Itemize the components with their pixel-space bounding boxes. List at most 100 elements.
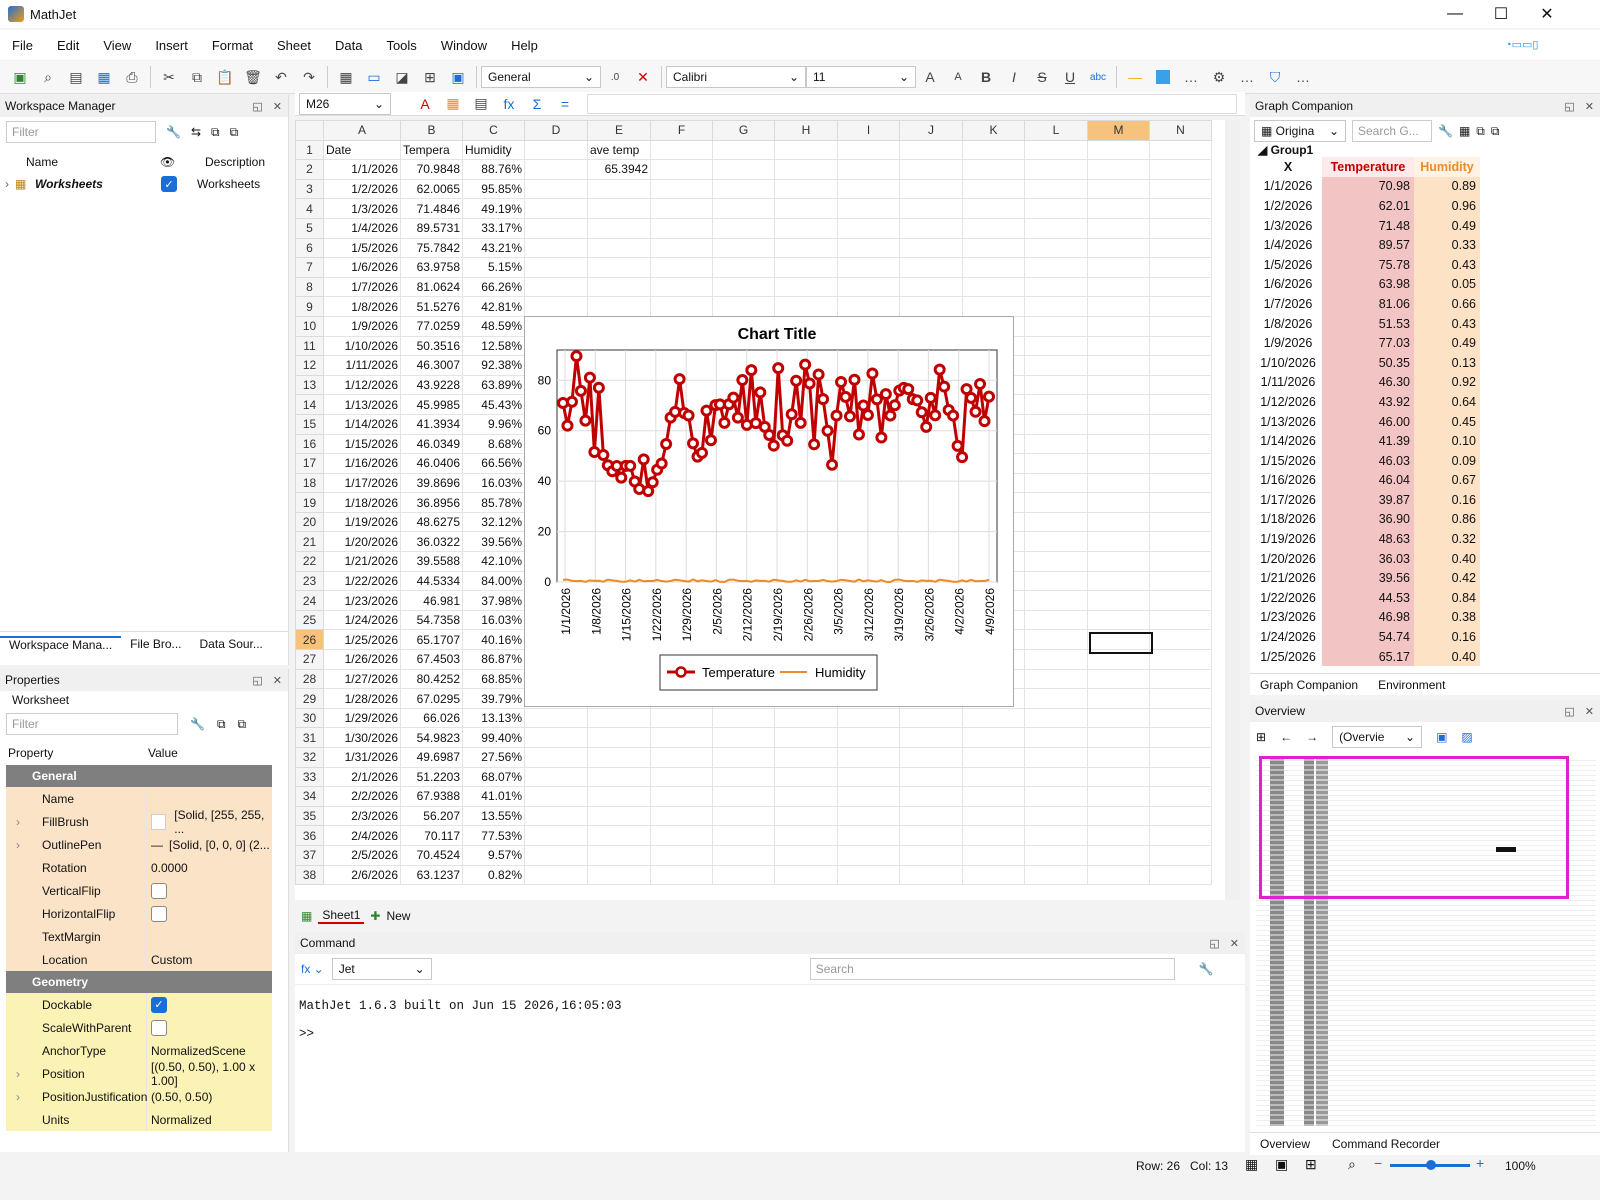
cell[interactable]: 56.207	[400, 805, 463, 827]
cell[interactable]: 46.981	[400, 590, 463, 611]
cell[interactable]	[774, 766, 838, 788]
cell[interactable]	[650, 727, 713, 748]
row-header[interactable]: 12	[295, 355, 324, 376]
cell[interactable]: 1/28/2026	[323, 688, 401, 709]
open-icon[interactable]: ⌕	[34, 65, 62, 89]
cell[interactable]	[712, 786, 775, 807]
cell[interactable]	[1087, 688, 1150, 709]
cell[interactable]: 81.0624	[400, 276, 463, 298]
gc-cell[interactable]: 0.38	[1414, 607, 1480, 628]
gc-row[interactable]: 1/6/2026 63.98 0.05	[1254, 274, 1480, 295]
normal-view-icon[interactable]: ▦	[1245, 1156, 1258, 1173]
gc-row[interactable]: 1/4/2026 89.57 0.33	[1254, 235, 1480, 255]
cell[interactable]	[524, 159, 588, 180]
cell[interactable]	[1024, 335, 1088, 357]
column-header-l[interactable]: L	[1024, 120, 1088, 141]
cell[interactable]: 43.21%	[462, 237, 525, 259]
cell[interactable]	[1149, 707, 1212, 729]
gc-cell[interactable]: 1/8/2026	[1254, 314, 1322, 334]
vertical-scrollbar[interactable]	[1225, 120, 1240, 900]
cell[interactable]	[1149, 551, 1212, 572]
gc-cell[interactable]: 1/21/2026	[1254, 568, 1322, 588]
cell[interactable]	[899, 237, 963, 259]
cell[interactable]	[899, 257, 963, 278]
gc-row[interactable]: 1/24/2026 54.74 0.16	[1254, 627, 1480, 647]
cell[interactable]	[587, 237, 651, 259]
prop-location[interactable]: Location Custom	[6, 948, 272, 971]
cell[interactable]	[962, 276, 1025, 298]
cell[interactable]: 68.07%	[462, 766, 525, 788]
cell[interactable]	[1087, 825, 1150, 846]
cell[interactable]: 77.53%	[462, 825, 525, 846]
cell[interactable]	[587, 766, 651, 788]
cell[interactable]	[1149, 296, 1212, 317]
gc-row[interactable]: 1/8/2026 51.53 0.43	[1254, 313, 1480, 334]
scalewithparent-checkbox[interactable]	[151, 1019, 167, 1036]
cell[interactable]: 1/8/2026	[323, 296, 401, 317]
tab-data-sources[interactable]: Data Sour...	[191, 637, 272, 651]
cell[interactable]	[1087, 609, 1150, 631]
paste-icon[interactable]: 📋	[211, 65, 239, 89]
workspace-filter-input[interactable]: Filter	[6, 121, 156, 143]
row-header[interactable]: 28	[295, 668, 324, 690]
cell[interactable]	[1149, 472, 1212, 494]
row-header[interactable]: 26	[295, 629, 324, 651]
cell[interactable]	[650, 178, 713, 200]
gc-cell[interactable]: 0.40	[1414, 646, 1480, 667]
cell[interactable]: 51.5276	[400, 296, 463, 317]
font-grow-icon[interactable]: A	[916, 65, 944, 89]
cell[interactable]: 37.98%	[462, 590, 525, 611]
row-header[interactable]: 33	[295, 766, 324, 788]
horizontalflip-checkbox[interactable]	[151, 905, 167, 922]
cell[interactable]: 1/2/2026	[323, 178, 401, 200]
engine-select[interactable]: Jet ⌄	[331, 958, 432, 980]
row-header[interactable]: 17	[295, 453, 324, 474]
cell[interactable]: 44.5334	[400, 570, 463, 592]
cell[interactable]: 1/10/2026	[323, 335, 401, 357]
properties-filter-input[interactable]: Filter	[6, 713, 178, 735]
command-prompt[interactable]: >>	[295, 1013, 1245, 1041]
gc-cell[interactable]: 1/14/2026	[1254, 431, 1322, 451]
cell[interactable]	[1149, 315, 1212, 337]
menu-help[interactable]: Help	[499, 38, 550, 53]
gc-cell[interactable]: 1/4/2026	[1254, 235, 1322, 255]
zoom-in-icon[interactable]: +	[1476, 1155, 1484, 1171]
cell[interactable]: 84.00%	[462, 570, 525, 592]
row-header[interactable]: 32	[295, 747, 324, 768]
underline-icon[interactable]: U	[1056, 65, 1084, 89]
cell[interactable]	[1024, 159, 1088, 180]
menu-format[interactable]: Format	[200, 38, 265, 53]
cell[interactable]: 1/25/2026	[323, 629, 401, 651]
cell[interactable]	[524, 805, 588, 827]
cell[interactable]	[1024, 844, 1088, 866]
cell[interactable]	[650, 825, 713, 846]
gc-row[interactable]: 1/20/2026 36.03 0.40	[1254, 548, 1480, 569]
gc-cell[interactable]: 0.16	[1414, 627, 1480, 647]
cell[interactable]	[1024, 217, 1088, 239]
row-header[interactable]: 35	[295, 805, 324, 827]
cut-icon[interactable]: ✂	[155, 65, 183, 89]
prop-outlinepen[interactable]: › OutlinePen — [Solid, [0, 0, 0] (2...	[6, 833, 272, 856]
gc-row[interactable]: 1/5/2026 75.78 0.43	[1254, 254, 1480, 275]
function-icon[interactable]: fx ⌄	[301, 962, 324, 976]
gc-cell[interactable]: 62.01	[1322, 196, 1414, 216]
row-header[interactable]: 18	[295, 472, 324, 494]
cell[interactable]	[1149, 747, 1212, 768]
cell[interactable]	[837, 237, 900, 259]
cell[interactable]	[1087, 786, 1150, 807]
cell[interactable]	[1149, 217, 1212, 239]
cell[interactable]	[587, 864, 651, 886]
gc-cell[interactable]: 1/6/2026	[1254, 275, 1322, 295]
gc-cell[interactable]: 43.92	[1322, 392, 1414, 412]
gc-cell[interactable]: 1/16/2026	[1254, 471, 1322, 491]
cell[interactable]	[1024, 649, 1088, 670]
row-header[interactable]: 25	[295, 609, 324, 631]
cell[interactable]: 71.4846	[400, 198, 463, 219]
cell[interactable]	[962, 159, 1025, 180]
cell[interactable]	[1087, 296, 1150, 317]
cell[interactable]	[650, 139, 713, 161]
cell[interactable]	[1024, 668, 1088, 690]
tab-overview[interactable]: Overview	[1260, 1137, 1310, 1151]
cell[interactable]	[774, 217, 838, 239]
cell[interactable]: 1/23/2026	[323, 590, 401, 611]
